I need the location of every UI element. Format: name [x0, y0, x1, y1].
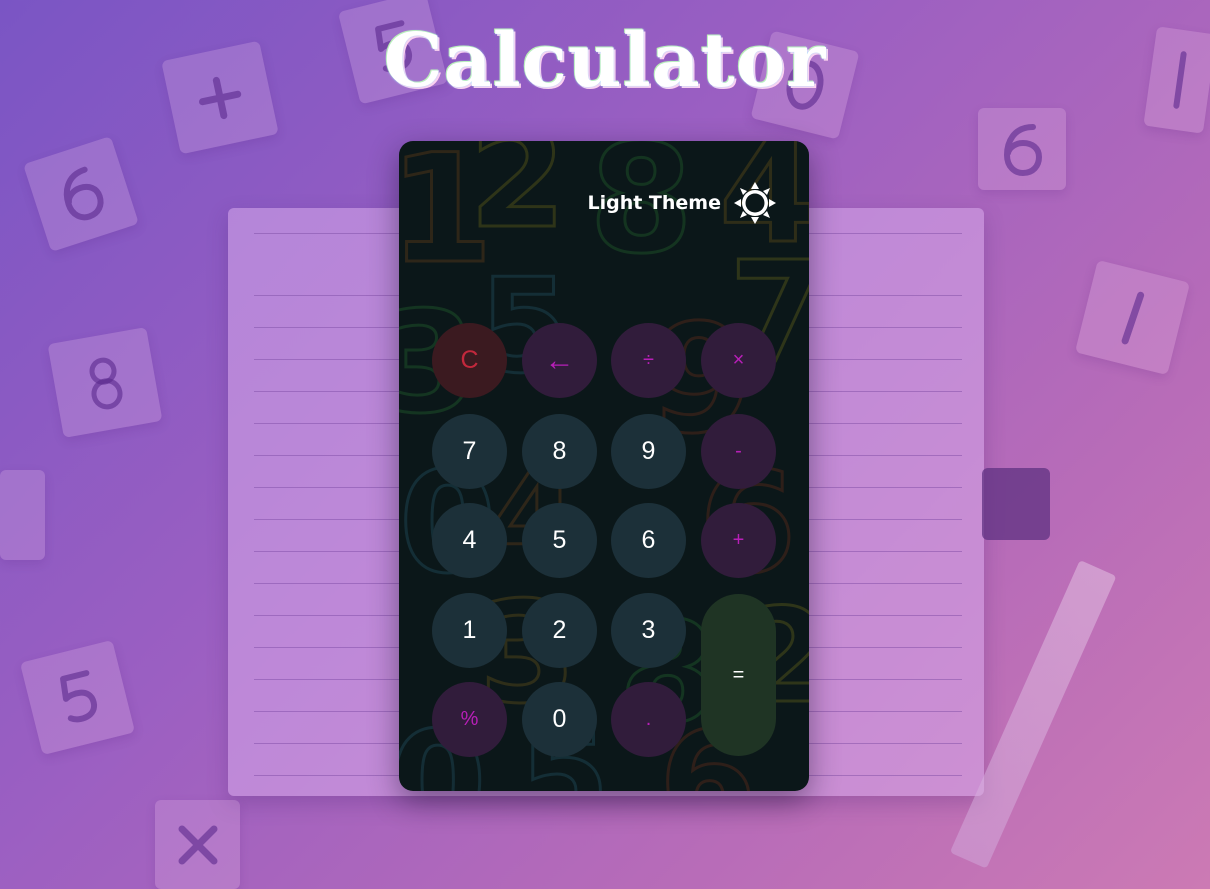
times-tile-image [155, 800, 240, 889]
five-tile-image [19, 639, 136, 756]
add-button[interactable]: + [701, 503, 776, 578]
backspace-button[interactable]: ← [522, 323, 597, 398]
page-title: Calculator [383, 18, 827, 104]
decimal-button[interactable]: . [611, 682, 686, 757]
digit-5-button[interactable]: 5 [522, 503, 597, 578]
subtract-button[interactable]: - [701, 414, 776, 489]
digit-9-button[interactable]: 9 [611, 414, 686, 489]
calculator-card: 1 2 8 4 5 9 7 3 0 4 6 3 8 2 0 5 6 Light … [399, 141, 809, 791]
digit-7-button[interactable]: 7 [432, 414, 507, 489]
clear-button[interactable]: C [432, 323, 507, 398]
one-tile-image [1074, 259, 1191, 376]
eight-tile-image [47, 327, 163, 438]
notebook-page-lines [802, 214, 962, 788]
percent-button[interactable]: % [432, 682, 507, 757]
digit-0-button[interactable]: 0 [522, 682, 597, 757]
digit-4-button[interactable]: 4 [432, 503, 507, 578]
six-tile-right-image [978, 108, 1066, 190]
keypad: C ← ÷ × 7 8 9 - 4 5 6 + 1 2 3 = % 0 . [399, 141, 809, 791]
digit-8-button[interactable]: 8 [522, 414, 597, 489]
six-tile-image [23, 136, 139, 252]
multiply-button[interactable]: × [701, 323, 776, 398]
tile-edge-image [0, 470, 45, 560]
digit-1-button[interactable]: 1 [432, 593, 507, 668]
divide-button[interactable]: ÷ [611, 323, 686, 398]
digit-2-button[interactable]: 2 [522, 593, 597, 668]
equals-button[interactable]: = [701, 594, 776, 756]
digit-6-button[interactable]: 6 [611, 503, 686, 578]
notebook-strap [982, 468, 1050, 540]
digit-3-button[interactable]: 3 [611, 593, 686, 668]
